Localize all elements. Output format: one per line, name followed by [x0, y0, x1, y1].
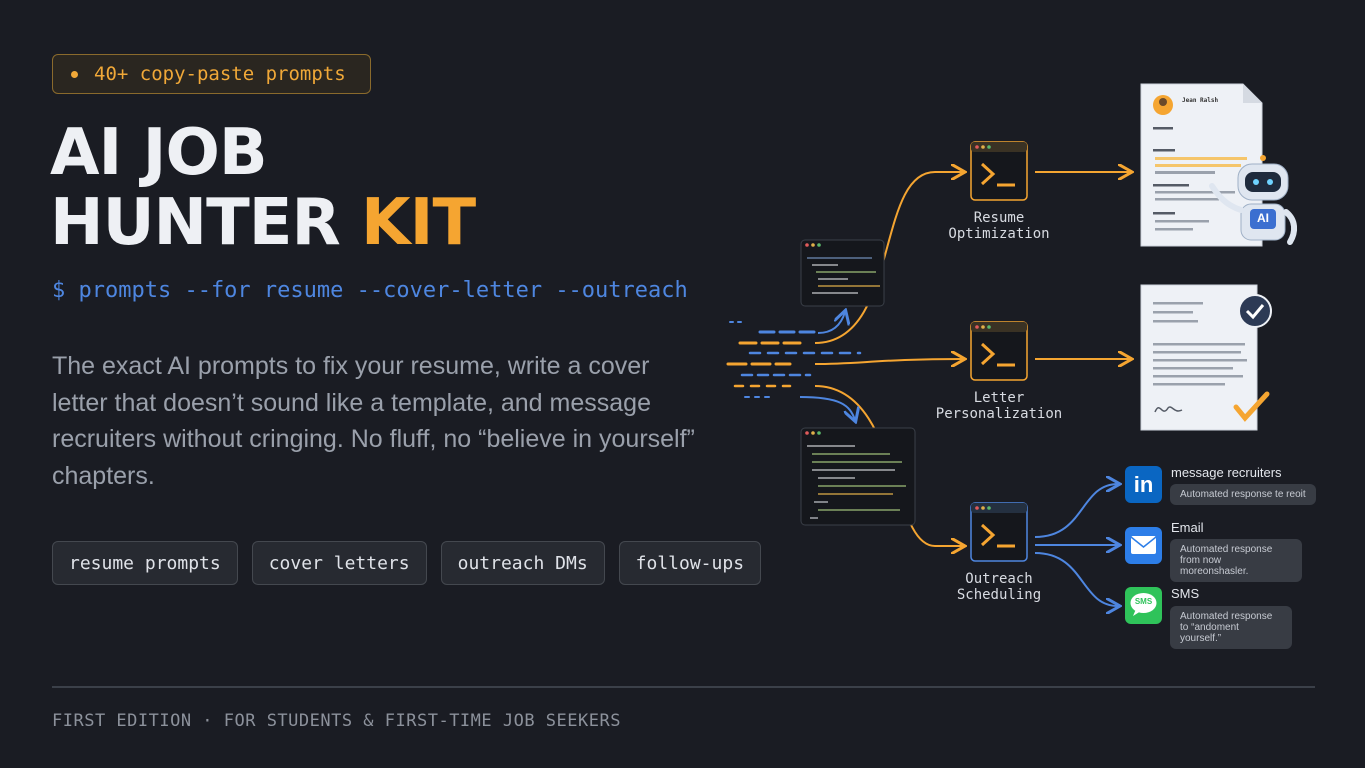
code-snippet-top [800, 239, 885, 307]
robot-label: AI [1257, 211, 1269, 225]
node-label-letter-line2: Personalization [935, 406, 1063, 422]
node-label-letter: Letter Personalization [929, 390, 1069, 422]
connector-to-snippet-top [817, 312, 845, 334]
channel-reply-sms: Automated response to “andoment yourself… [1170, 606, 1292, 649]
node-label-resume: Resume Optimization [929, 210, 1069, 242]
linkedin-icon-text: in [1133, 472, 1154, 497]
cover-letter-document-icon [1140, 284, 1272, 431]
footer-text: FIRST EDITION · FOR STUDENTS & FIRST-TIM… [52, 711, 621, 731]
data-stream-dashes [726, 321, 862, 398]
node-label-letter-line1: Letter [973, 390, 1025, 406]
node-label-resume-line1: Resume [973, 210, 1025, 226]
channel-title-linkedin: message recruiters [1171, 465, 1282, 480]
sms-icon-text: SMS [1134, 597, 1153, 606]
channel-reply-linkedin: Automated response te reoit [1170, 484, 1316, 505]
code-snippet-bottom [800, 427, 916, 526]
footer-divider [52, 686, 1315, 688]
channel-title-sms: SMS [1171, 586, 1200, 601]
channel-title-email: Email [1171, 520, 1204, 535]
connector-letter [814, 359, 963, 364]
connector-to-snippet-bottom [799, 396, 855, 420]
connector-linkedin [1034, 484, 1118, 538]
node-label-outreach-line2: Scheduling [956, 587, 1042, 603]
email-icon [1125, 527, 1162, 564]
workflow-diagram [726, 83, 1298, 624]
resume-name: Jean Ralsh [1182, 97, 1219, 104]
terminal-node-letter-icon [970, 321, 1028, 381]
channel-reply-email: Automated response from now moreonshasle… [1170, 539, 1302, 582]
terminal-node-resume-icon [970, 141, 1028, 201]
terminal-node-outreach-icon [970, 502, 1028, 562]
node-label-resume-line2: Optimization [948, 226, 1050, 242]
node-label-outreach: Outreach Scheduling [929, 571, 1069, 603]
node-label-outreach-line1: Outreach [965, 571, 1033, 587]
